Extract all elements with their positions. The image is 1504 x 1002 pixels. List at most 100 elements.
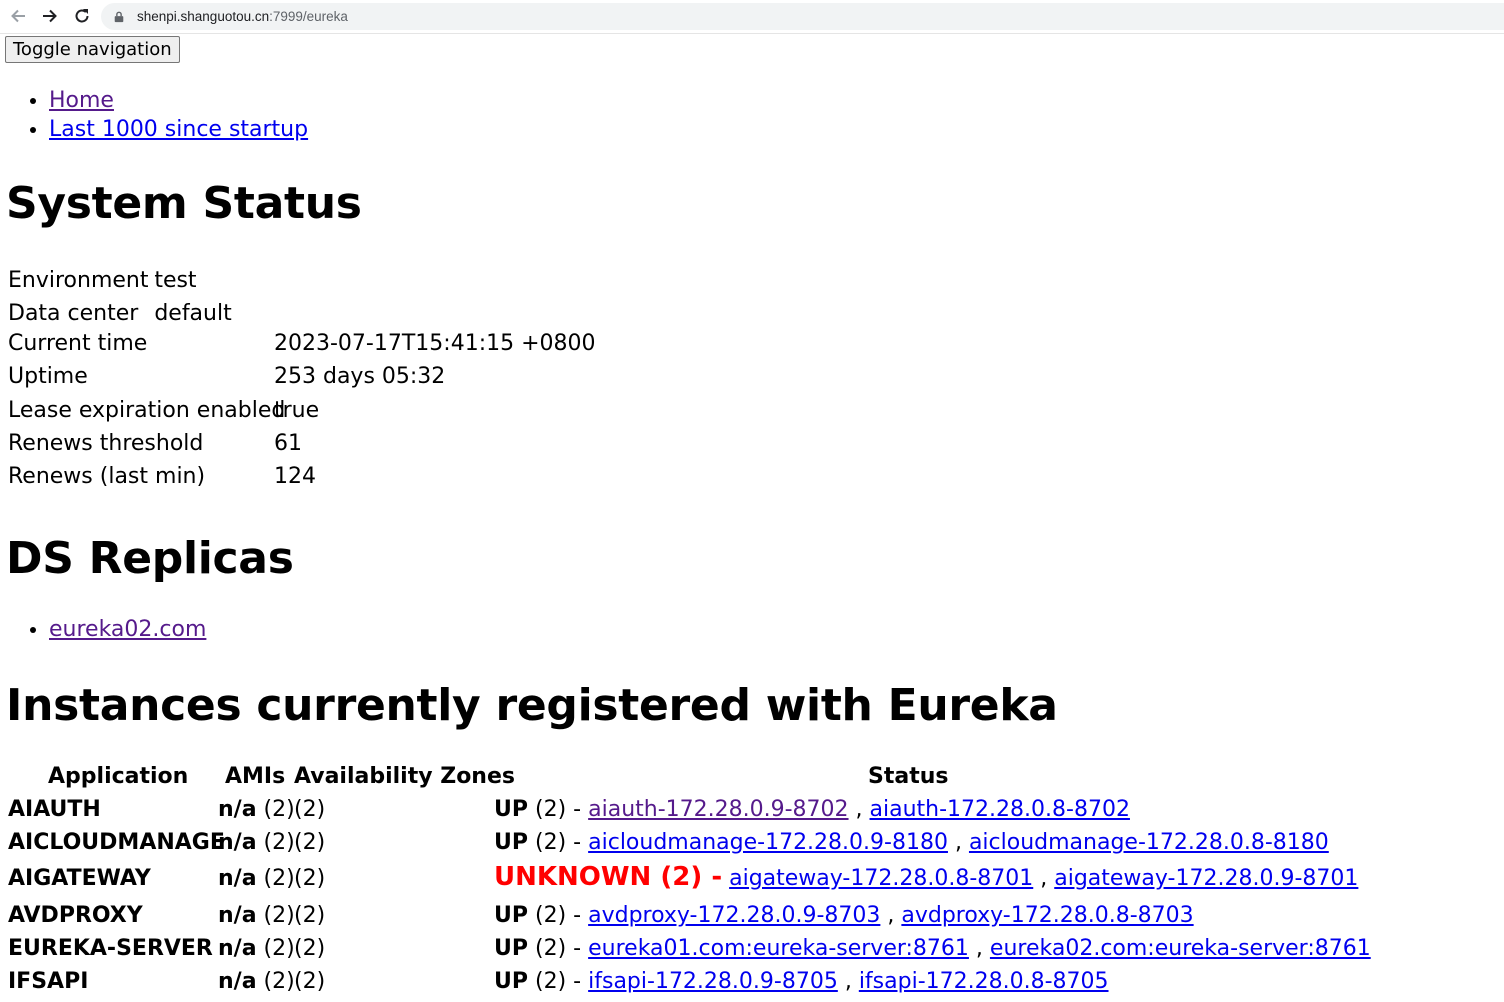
table-row: Data center default [8,297,232,330]
status-count: (2) [535,903,567,928]
zones-cell: (2) [294,936,326,961]
separator: - [573,936,582,961]
address-bar[interactable]: shenpi.shanguotou.cn:7999/eureka [101,3,1504,30]
column-header-zones: Availability Zones [294,764,515,789]
nav-item-last-1000: Last 1000 since startup [49,115,308,144]
ami-count: (2) [263,830,295,855]
zones-cell: (2) [294,866,326,891]
instance-link[interactable]: ifsapi-172.28.0.9-8705 [588,969,838,994]
status-value: UP [494,797,528,822]
separator: - [573,830,582,855]
status-value: UP [494,936,528,961]
app-name: AIAUTH [8,797,101,822]
replica-item: eureka02.com [49,615,206,644]
row-value: true [274,398,320,423]
row-key: Data center [8,301,139,326]
row-value: 124 [274,464,316,489]
row-value: default [154,301,232,326]
status-cell: UP (2) - aicloudmanage-172.28.0.9-8180 ,… [494,830,1329,855]
status-count: (2) [535,936,567,961]
system-status-heading: System Status [6,178,362,229]
status-count: (2) [535,830,567,855]
instance-link[interactable]: eureka02.com:eureka-server:8761 [990,936,1371,961]
zones-cell: (2) [294,903,326,928]
column-header-application: Application [48,764,189,789]
instance-link[interactable]: aiauth-172.28.0.9-8702 [588,797,848,822]
replica-link[interactable]: eureka02.com [49,617,206,642]
status-value: UP [494,830,528,855]
app-name: IFSAPI [8,969,89,994]
row-value: 2023-07-17T15:41:15 +0800 [274,331,596,356]
zones-cell: (2) [294,969,326,994]
app-name: EUREKA-SERVER [8,936,213,961]
app-name: AICLOUDMANAGE [8,830,225,855]
row-key: Lease expiration enabled [8,398,286,423]
status-count: (2) [535,797,567,822]
back-arrow-icon[interactable] [6,4,30,28]
ami-cell: n/a (2) [218,936,295,961]
app-name: AIGATEWAY [8,866,151,891]
row-key: Uptime [8,364,88,389]
status-count: (2) [660,862,703,892]
ami-count: (2) [263,797,295,822]
ami-count: (2) [263,936,295,961]
instance-link[interactable]: aigateway-172.28.0.8-8701 [729,866,1033,891]
status-count: (2) [535,969,567,994]
instance-link[interactable]: aiauth-172.28.0.8-8702 [870,797,1130,822]
status-cell: UNKNOWN (2) - aigateway-172.28.0.8-8701 … [494,862,1359,892]
separator: - [711,862,723,892]
instance-link[interactable]: eureka01.com:eureka-server:8761 [588,936,969,961]
url-host: shenpi.shanguotou.cn [137,9,270,24]
ds-replicas-heading: DS Replicas [6,533,294,584]
status-cell: UP (2) - aiauth-172.28.0.9-8702 , aiauth… [494,797,1130,822]
instance-link[interactable]: aicloudmanage-172.28.0.9-8180 [588,830,948,855]
instance-link[interactable]: ifsapi-172.28.0.8-8705 [859,969,1109,994]
status-value: UP [494,903,528,928]
ami-count: (2) [263,969,295,994]
status-cell: UP (2) - avdproxy-172.28.0.9-8703 , avdp… [494,903,1194,928]
instance-link[interactable]: aigateway-172.28.0.9-8701 [1054,866,1358,891]
ami-cell: n/a (2) [218,866,295,891]
status-unknown: UNKNOWN (2) - [494,862,722,892]
separator: - [573,903,582,928]
system-status-table-a: Environment test Data center default [8,264,232,330]
row-key: Current time [8,331,148,356]
row-key: Environment [8,268,149,293]
separator: - [573,969,582,994]
ami-cell: n/a (2) [218,797,295,822]
zones-cell: (2) [294,797,326,822]
instance-link[interactable]: aicloudmanage-172.28.0.8-8180 [969,830,1329,855]
ami-value: n/a [218,830,257,855]
nav-list: Home Last 1000 since startup [49,86,308,144]
row-key: Renews threshold [8,431,204,456]
zones-cell: (2) [294,830,326,855]
ami-value: n/a [218,936,257,961]
nav-item-home: Home [49,86,308,115]
instance-link[interactable]: avdproxy-172.28.0.8-8703 [901,903,1193,928]
row-value: 253 days 05:32 [274,364,446,389]
row-value: test [154,268,197,293]
ami-cell: n/a (2) [218,830,295,855]
ami-cell: n/a (2) [218,969,295,994]
column-header-amis: AMIs [225,764,286,789]
forward-arrow-icon[interactable] [38,4,62,28]
column-header-status: Status [868,764,949,789]
last-1000-link[interactable]: Last 1000 since startup [49,117,308,142]
ami-cell: n/a (2) [218,903,295,928]
ami-value: n/a [218,969,257,994]
app-name: AVDPROXY [8,903,143,928]
separator: - [573,797,582,822]
toggle-navigation-button[interactable]: Toggle navigation [5,36,180,63]
table-row: Environment test [8,264,232,297]
ami-value: n/a [218,903,257,928]
row-value: 61 [274,431,302,456]
home-link[interactable]: Home [49,88,114,113]
ami-count: (2) [263,866,295,891]
url-text: shenpi.shanguotou.cn:7999/eureka [137,9,348,24]
instance-link[interactable]: avdproxy-172.28.0.9-8703 [588,903,880,928]
status-value: UP [494,969,528,994]
row-key: Renews (last min) [8,464,206,489]
ami-count: (2) [263,903,295,928]
ami-value: n/a [218,797,257,822]
reload-icon[interactable] [70,4,94,28]
